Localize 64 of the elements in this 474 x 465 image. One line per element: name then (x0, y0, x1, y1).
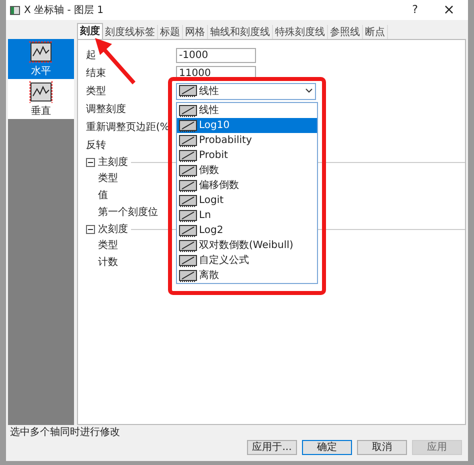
tab[interactable]: 轴线和刻度线 (208, 25, 273, 39)
scale-icon (179, 224, 197, 236)
dropdown-option[interactable]: Probit (177, 148, 317, 163)
dropdown-option[interactable]: 倒数 (177, 163, 317, 178)
field-label: 类型 (98, 238, 118, 253)
sidebar-item[interactable]: 水平 (8, 39, 74, 79)
scale-icon (179, 104, 197, 116)
scale-icon (179, 180, 197, 192)
dialog-button[interactable]: 应用于... (247, 440, 297, 455)
field-label: 类型 (98, 172, 118, 186)
scale-icon (179, 85, 197, 97)
dropdown-option[interactable]: Logit (177, 193, 317, 208)
window-icon (10, 6, 20, 14)
field-label: 第一个刻度位 (98, 206, 158, 220)
axis-chart-icon (28, 40, 54, 64)
scale-icon (179, 150, 197, 162)
section-title: 主刻度 (98, 156, 128, 170)
close-button[interactable]: × (434, 0, 464, 20)
scale-icon (179, 134, 197, 146)
dropdown-option[interactable]: 双对数倒数(Weibull) (177, 238, 317, 253)
tab[interactable]: 特殊刻度线 (273, 25, 328, 39)
field-label: 起 (86, 50, 96, 60)
field-label: 调整刻度 (86, 104, 126, 114)
help-button[interactable]: ? (400, 2, 430, 18)
dropdown-option[interactable]: 离散 (177, 268, 317, 283)
scale-icon (179, 164, 197, 176)
scale-icon (179, 210, 197, 222)
field-label: 结束 (86, 68, 106, 78)
dropdown-option[interactable]: 偏移倒数 (177, 178, 317, 193)
scale-icon (179, 240, 197, 252)
dialog-button[interactable]: 取消 (357, 440, 407, 455)
status-text: 选中多个轴同时进行修改 (10, 426, 121, 440)
number-field[interactable]: -1000 (176, 48, 256, 62)
tab[interactable]: 断点 (363, 25, 388, 39)
window-title: X 坐标轴 - 图层 1 (24, 4, 104, 18)
axis-chart-icon (28, 80, 54, 104)
scale-icon (179, 194, 197, 206)
dropdown-option[interactable]: Log2 (177, 223, 317, 238)
collapse-icon[interactable] (86, 158, 95, 166)
field-label: 计数 (98, 256, 118, 270)
scale-icon (179, 120, 197, 132)
field-label: 反转 (86, 140, 106, 150)
sidebar-label: 垂直 (31, 104, 51, 118)
tab[interactable]: 刻度线标签 (103, 25, 158, 39)
field-label: 类型 (86, 86, 106, 96)
collapse-icon[interactable] (86, 224, 95, 234)
tab[interactable]: 参照线 (328, 25, 363, 39)
scale-icon (179, 254, 197, 266)
sidebar-item[interactable]: 垂直 (8, 79, 74, 119)
tab[interactable]: 标题 (158, 25, 183, 39)
dropdown-option[interactable]: 线性 (177, 103, 317, 118)
dropdown-option[interactable]: Log10 (177, 118, 317, 133)
section-title: 次刻度 (98, 222, 128, 236)
dropdown-option[interactable]: Probability (177, 133, 317, 148)
type-combo[interactable]: 线性 (176, 82, 316, 100)
dialog-button[interactable]: 确定 (302, 440, 352, 455)
scale-icon (179, 270, 197, 282)
dropdown-option[interactable]: 自定义公式 (177, 253, 317, 268)
sidebar-label: 水平 (31, 64, 51, 78)
dropdown-option[interactable]: Ln (177, 208, 317, 223)
tab[interactable]: 网格 (183, 25, 208, 39)
dropdown-caret-icon (305, 88, 313, 94)
tab[interactable]: 刻度 (77, 23, 103, 39)
field-label: 值 (98, 189, 108, 203)
